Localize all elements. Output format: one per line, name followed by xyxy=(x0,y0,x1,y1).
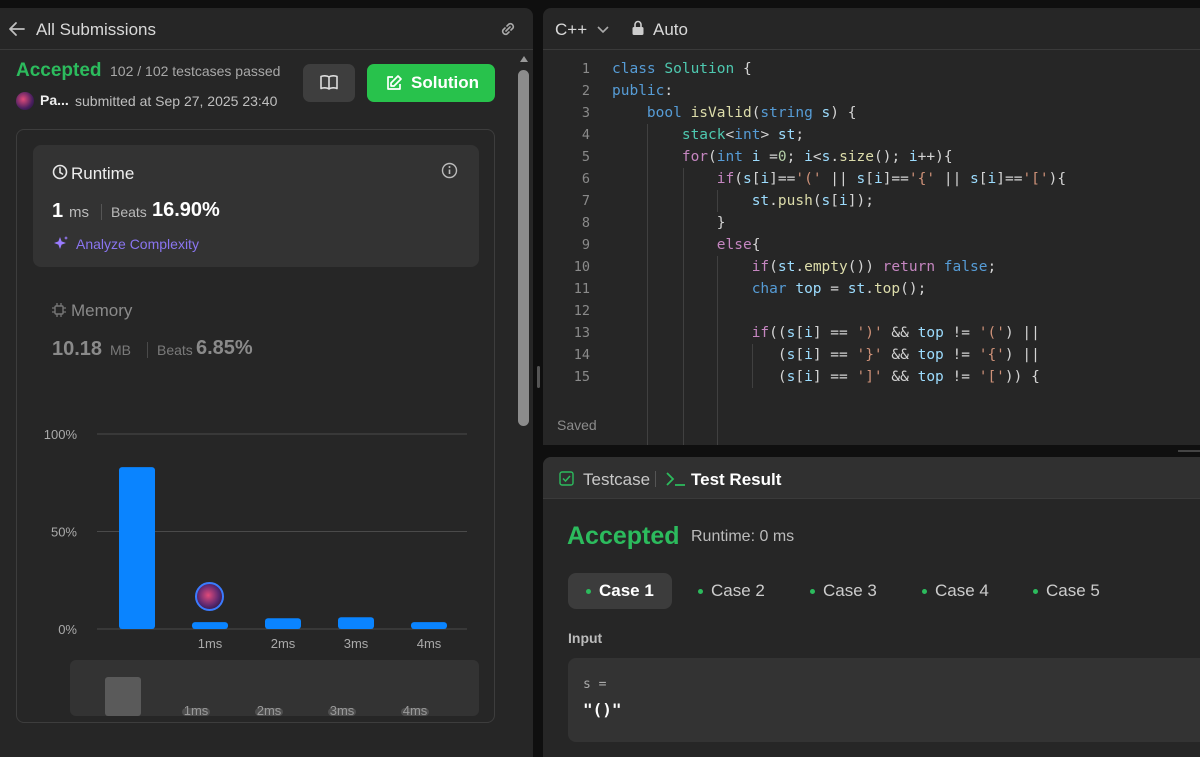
y-tick-label: 100% xyxy=(44,427,78,442)
code-line: 10 if(st.empty()) return false; xyxy=(573,259,997,275)
code-line: 6 if(s[i]=='(' || s[i]=='{' || s[i]=='['… xyxy=(581,171,1067,187)
x-tick-label: 2ms xyxy=(271,636,296,651)
code-editor-panel: C++ Auto 1 class Solution { 2 public: 3 bo… xyxy=(543,8,1200,445)
code-line: 1 class Solution { xyxy=(581,61,752,77)
case-tab-3[interactable]: Case 3 xyxy=(792,573,895,609)
language-selector[interactable]: C++ xyxy=(555,20,587,40)
auto-mode-label[interactable]: Auto xyxy=(653,20,688,40)
panel-resize-handle[interactable] xyxy=(537,366,540,388)
chart-bar xyxy=(265,618,301,629)
runtime-distribution-chart: 100% 50% 0% 1ms 2ms 3ms 4ms xyxy=(44,427,467,651)
test-result-panel: Testcase Test Result Accepted Runtime: 0… xyxy=(543,457,1200,757)
panel-resize-handle[interactable] xyxy=(1178,450,1200,452)
input-label: Input xyxy=(568,630,603,646)
code-line: 4 stack<int> st; xyxy=(581,127,805,143)
x-tick-label: 3ms xyxy=(344,636,369,651)
code-line: 5 for(int i =0; i<s.size(); i++){ xyxy=(581,149,953,165)
indent-guide xyxy=(683,168,684,445)
code-line: 8 } xyxy=(581,215,726,231)
result-runtime: Runtime: 0 ms xyxy=(691,528,795,545)
case-tab-2[interactable]: Case 2 xyxy=(680,573,783,609)
indent-guide xyxy=(647,124,648,445)
mini-x-label: 1ms xyxy=(184,703,209,716)
terminal-icon xyxy=(666,472,685,486)
editor-header: C++ Auto xyxy=(543,8,1200,50)
indent-guide xyxy=(717,256,718,445)
y-tick-label: 0% xyxy=(58,622,77,637)
x-tick-label: 1ms xyxy=(198,636,223,651)
case-tab-4[interactable]: Case 4 xyxy=(904,573,1007,609)
chevron-down-icon[interactable] xyxy=(596,22,610,36)
input-var-value: "()" xyxy=(583,700,622,719)
status-dot xyxy=(922,588,927,594)
status-dot xyxy=(586,588,591,594)
y-tick-label: 50% xyxy=(51,525,77,540)
mini-x-label: 3ms xyxy=(330,703,355,716)
checkbox-icon xyxy=(559,471,574,486)
code-line: 2 public: xyxy=(581,83,674,99)
result-status: Accepted xyxy=(567,522,680,550)
chart-user-avatar[interactable] xyxy=(195,582,224,611)
status-dot xyxy=(1033,588,1038,594)
lock-icon xyxy=(632,20,644,35)
tab-testcase[interactable]: Testcase xyxy=(583,470,650,490)
result-tabs: Testcase Test Result xyxy=(543,457,1200,499)
case-tab-5[interactable]: Case 5 xyxy=(1015,573,1118,609)
case-tab-1[interactable]: Case 1 xyxy=(568,573,672,609)
mini-x-label: 2ms xyxy=(257,703,282,716)
chart-bar xyxy=(411,622,447,629)
code-line: 15 (s[i] == ']' && top != '[')) { xyxy=(573,369,1040,385)
input-box xyxy=(568,658,1200,742)
code-line: 3 bool isValid(string s) { xyxy=(581,105,857,121)
code-line: 11 char top = st.top(); xyxy=(573,281,927,297)
input-var-label: s = xyxy=(583,677,607,692)
mini-bar xyxy=(105,677,141,716)
saved-status: Saved xyxy=(557,417,597,433)
x-tick-label: 4ms xyxy=(417,636,442,651)
divider xyxy=(655,471,656,487)
chart-bar xyxy=(119,467,155,629)
status-dot xyxy=(810,588,815,594)
status-dot xyxy=(698,588,703,594)
chart-bar xyxy=(338,617,374,629)
chart-bar xyxy=(192,622,228,629)
mini-x-label: 4ms xyxy=(403,703,428,716)
app-root: All Submissions Accepted 102 / 102 testc… xyxy=(0,0,1200,757)
code-line: 7 st.push(s[i]); xyxy=(581,193,874,209)
mini-chart[interactable]: 1ms 2ms 3ms 4ms xyxy=(70,660,479,716)
code-line: 9 else{ xyxy=(581,237,761,253)
code-line: 13 if((s[i] == ')' && top != '(') || xyxy=(573,325,1040,341)
mini-chart-svg: 1ms 2ms 3ms 4ms xyxy=(105,677,429,716)
code-line: 14 (s[i] == '}' && top != '{') || xyxy=(573,347,1040,363)
code-line: 12 xyxy=(573,303,590,319)
indent-guide xyxy=(717,190,718,212)
indent-guide xyxy=(752,344,753,388)
tab-test-result[interactable]: Test Result xyxy=(691,470,781,490)
